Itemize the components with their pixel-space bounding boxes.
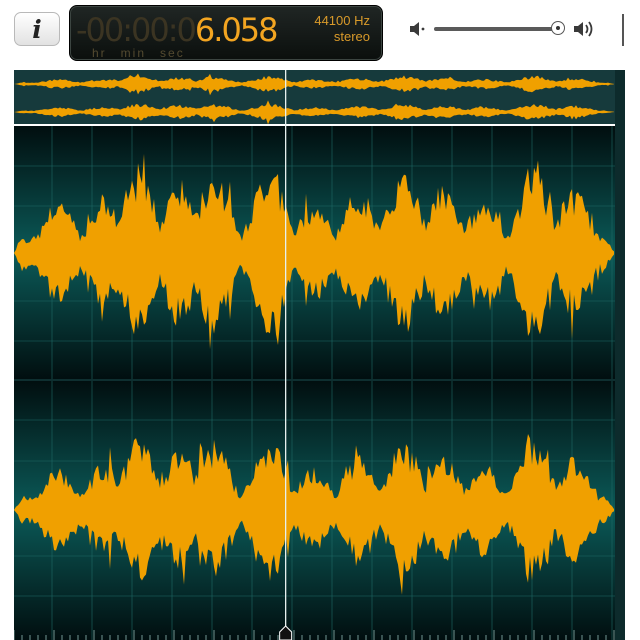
overview-channel-2 — [14, 100, 614, 124]
time-units: hr min sec — [92, 46, 199, 60]
info-icon: i — [32, 14, 42, 44]
overview-channel-1 — [14, 73, 614, 96]
time-unit-sec: sec — [160, 46, 185, 60]
speaker-high-icon[interactable] — [572, 18, 596, 40]
sample-rate: 44100 Hz — [314, 13, 370, 28]
time-value: 6.058 — [194, 11, 279, 49]
time-unit-hr: hr — [92, 46, 107, 60]
info-button[interactable]: i — [14, 12, 60, 46]
waveform-overview[interactable] — [14, 70, 615, 124]
channel-mode: stereo — [333, 29, 370, 44]
time-display: -00:00:06.058 hr min sec 44100 Hz stereo — [69, 5, 383, 61]
editor-right-edge — [615, 70, 625, 640]
waveform-editor[interactable] — [14, 126, 615, 640]
format-info: 44100 Hz stereo — [314, 13, 370, 45]
speaker-low-icon[interactable] — [408, 19, 428, 39]
volume-slider-track[interactable] — [434, 27, 564, 31]
time-unit-min: min — [120, 46, 147, 60]
time-dim-digits: -00:00:0 — [76, 11, 197, 49]
volume-slider-knob[interactable] — [550, 21, 565, 35]
time-readout: -00:00:06.058 — [76, 11, 279, 49]
toolbar-edge — [622, 14, 624, 46]
